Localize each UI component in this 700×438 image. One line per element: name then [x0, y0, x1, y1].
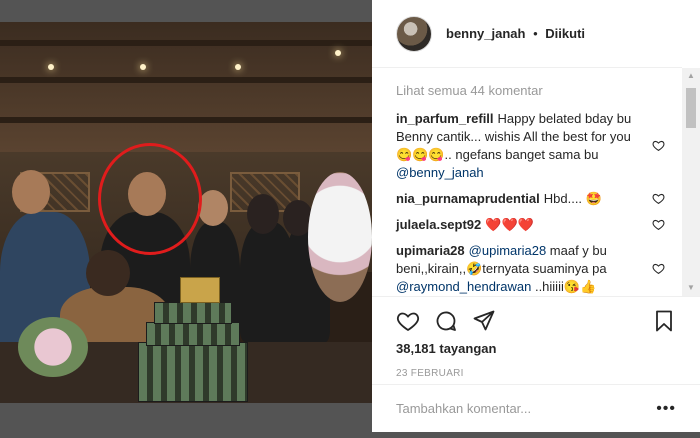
- scene-head: [198, 190, 228, 226]
- scene-beam: [0, 77, 372, 83]
- post-video[interactable]: [0, 22, 372, 403]
- scene-head: [86, 250, 130, 296]
- comment-item: nia_purnamaprudential Hbd.... 🤩: [396, 190, 666, 208]
- follow-status-button[interactable]: Diikuti: [545, 26, 585, 41]
- comment-username[interactable]: in_parfum_refill: [396, 111, 494, 126]
- scene-lamp: [335, 50, 341, 56]
- scene-lamp: [140, 64, 146, 70]
- comments-list: Lihat semua 44 komentar in_parfum_refill…: [396, 82, 666, 304]
- scene-cake: [146, 322, 240, 346]
- comment-username[interactable]: julaela.sept92: [396, 217, 481, 232]
- share-icon[interactable]: [472, 309, 496, 333]
- comment-item: upimaria28 @upimaria28 maaf y bu beni,,ki…: [396, 242, 666, 296]
- comment-mention[interactable]: @raymond_hendrawan: [396, 279, 531, 294]
- scene-cake: [154, 302, 232, 324]
- modal-backdrop-strip: [372, 432, 700, 438]
- scene-lamp: [48, 64, 54, 70]
- header-separator: •: [533, 26, 538, 41]
- modal-backdrop-bottom: [0, 403, 372, 438]
- instagram-post-modal: benny_janah • Diikuti Lihat semua 44 kom…: [0, 0, 700, 438]
- comments-scrollbar[interactable]: ▲ ▼: [682, 68, 700, 296]
- heart-icon[interactable]: [396, 309, 420, 333]
- scroll-down-arrow-icon[interactable]: ▼: [682, 280, 700, 296]
- scene-beam: [0, 117, 372, 123]
- scroll-up-arrow-icon[interactable]: ▲: [682, 68, 700, 84]
- like-comment-heart-icon[interactable]: [652, 218, 666, 232]
- post-side-panel: benny_janah • Diikuti Lihat semua 44 kom…: [372, 0, 700, 432]
- like-comment-heart-icon[interactable]: [652, 192, 666, 206]
- scene-bouquet: [18, 317, 88, 377]
- scene-cake: [138, 342, 248, 402]
- scene-beam: [0, 40, 372, 46]
- post-date[interactable]: 23 FEBRUARI: [396, 368, 676, 379]
- view-all-comments-link[interactable]: Lihat semua 44 komentar: [396, 82, 666, 100]
- add-comment-input[interactable]: [396, 401, 646, 416]
- scene-lamp: [235, 64, 241, 70]
- comment-mention[interactable]: @upimaria28: [469, 243, 547, 258]
- scene-flower-arrangement: [308, 172, 372, 302]
- comment-text: ..hiiiii😘👍: [531, 279, 597, 294]
- comment-icon[interactable]: [434, 309, 458, 333]
- post-actions: 38,181 tayangan 23 FEBRUARI: [372, 296, 700, 379]
- comment-text: ❤️❤️❤️: [485, 217, 534, 232]
- comment-item: in_parfum_refill Happy belated bday bu Be…: [396, 110, 666, 182]
- comment-username[interactable]: upimaria28: [396, 243, 465, 258]
- more-options-icon[interactable]: •••: [656, 400, 676, 418]
- action-icons-row: [396, 305, 676, 337]
- add-comment-bar: •••: [372, 384, 700, 432]
- comment-item: julaela.sept92 ❤️❤️❤️: [396, 216, 666, 234]
- header-text: benny_janah • Diikuti: [446, 26, 585, 41]
- scene-head: [12, 170, 50, 214]
- scene-head: [247, 194, 279, 234]
- highlight-circle: [98, 143, 202, 255]
- scrollbar-thumb[interactable]: [686, 88, 696, 128]
- scene-cake-topper: [180, 277, 220, 303]
- like-comment-heart-icon[interactable]: [652, 262, 666, 276]
- bookmark-icon[interactable]: [652, 309, 676, 333]
- scene-ceiling: [0, 22, 372, 152]
- comment-username[interactable]: nia_purnamaprudential: [396, 191, 540, 206]
- username-link[interactable]: benny_janah: [446, 26, 525, 41]
- comment-text: Hbd.... 🤩: [543, 191, 602, 206]
- modal-backdrop-top: [0, 0, 372, 22]
- view-count[interactable]: 38,181 tayangan: [396, 341, 676, 356]
- comment-mention[interactable]: @benny_janah: [396, 165, 484, 180]
- avatar[interactable]: [396, 15, 432, 52]
- like-comment-heart-icon[interactable]: [652, 139, 666, 153]
- post-header: benny_janah • Diikuti: [372, 0, 682, 68]
